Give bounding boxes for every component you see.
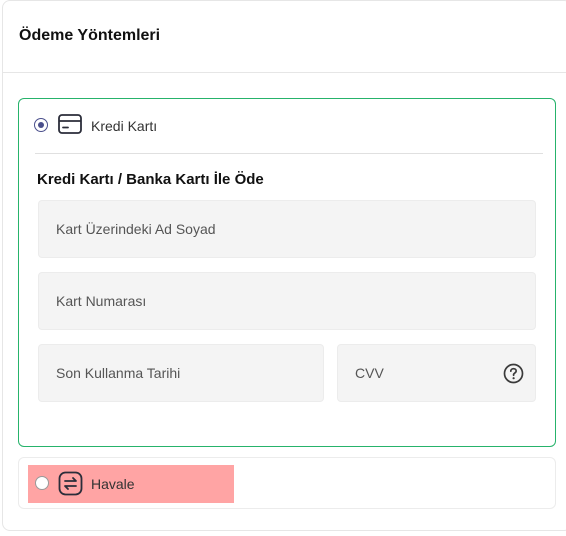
transfer-icon (58, 471, 83, 496)
panel-header: Ödeme Yöntemleri (3, 1, 566, 73)
expiry-date-input[interactable] (39, 345, 323, 401)
bank-transfer-method-card[interactable]: Havale (18, 457, 556, 509)
panel-title: Ödeme Yöntemleri (19, 27, 161, 44)
credit-card-radio[interactable] (34, 118, 48, 132)
credit-card-method-label: Kredi Kartı (91, 118, 158, 134)
expiry-date-field[interactable] (38, 344, 324, 402)
bank-transfer-radio[interactable] (35, 476, 49, 490)
divider (35, 153, 543, 154)
card-number-field[interactable] (38, 272, 536, 330)
cvv-field[interactable] (337, 344, 536, 402)
cardholder-name-input[interactable] (39, 201, 535, 257)
card-form-title: Kredi Kartı / Banka Kartı İle Öde (37, 171, 264, 188)
credit-card-method-card: Kredi Kartı Kredi Kartı / Banka Kartı İl… (18, 98, 556, 447)
question-circle-icon[interactable] (503, 363, 524, 384)
cardholder-name-field[interactable] (38, 200, 536, 258)
bank-transfer-method-label: Havale (91, 476, 135, 492)
credit-card-icon (58, 114, 82, 134)
credit-card-method-option[interactable]: Kredi Kartı (19, 99, 555, 153)
card-number-input[interactable] (39, 273, 535, 329)
